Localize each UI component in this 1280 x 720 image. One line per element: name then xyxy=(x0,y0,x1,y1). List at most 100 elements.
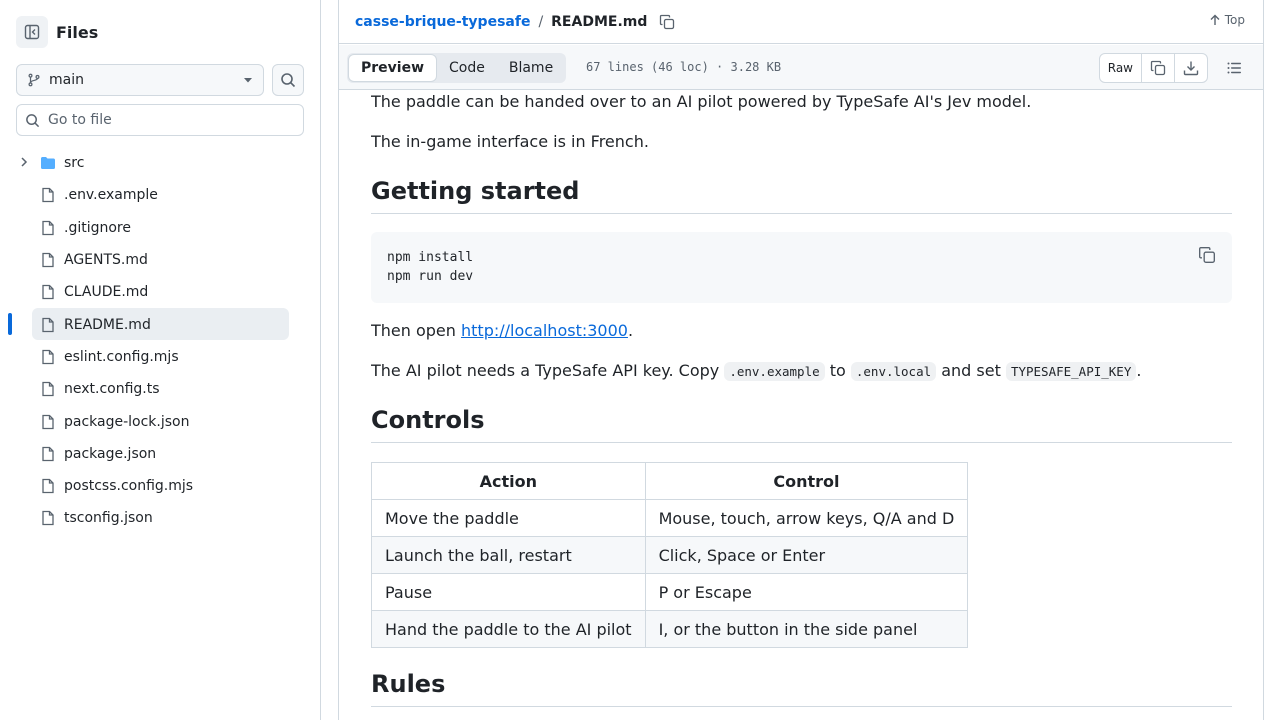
inline-code: .env.local xyxy=(850,362,937,381)
paragraph-api-key: The AI pilot needs a TypeSafe API key. C… xyxy=(371,359,1141,384)
table-header: Control xyxy=(644,462,969,500)
tree-item-label: next.config.ts xyxy=(64,381,160,398)
file-toolbar: Preview Code Blame 67 lines (46 loc) · 3… xyxy=(339,45,1263,90)
tree-file-next-config[interactable]: next.config.ts xyxy=(0,373,320,405)
sidebar-header: Files xyxy=(16,16,98,48)
sidebar-title: Files xyxy=(56,22,99,42)
tree-file-postcss-config[interactable]: postcss.config.mjs xyxy=(0,470,320,502)
tab-preview[interactable]: Preview xyxy=(348,54,438,82)
file-stats: 67 lines (46 loc) · 3.28 KB xyxy=(586,60,782,74)
heading-getting-started: Getting started xyxy=(371,177,1232,214)
sidebar-collapse-icon xyxy=(24,24,40,40)
tree-file-readme-md[interactable]: README.md xyxy=(0,308,320,341)
file-actions: Raw xyxy=(1098,53,1208,83)
table-row: Move the paddle Mouse, touch, arrow keys… xyxy=(371,499,969,537)
tree-file-gitignore[interactable]: .gitignore xyxy=(0,212,320,244)
search-icon xyxy=(26,113,40,127)
heading-controls: Controls xyxy=(371,406,1232,443)
paragraph-ai-pilot: The paddle can be handed over to an AI p… xyxy=(371,92,1032,111)
breadcrumb-file-name: README.md xyxy=(551,13,648,30)
folder-icon xyxy=(41,157,55,170)
table-row: Pause P or Escape xyxy=(371,573,969,611)
collapse-sidebar-button[interactable] xyxy=(16,16,48,48)
tree-item-label: .gitignore xyxy=(64,219,131,236)
list-unordered-icon xyxy=(1227,62,1241,74)
tree-item-label: package-lock.json xyxy=(64,413,190,430)
table-cell: Move the paddle xyxy=(371,499,646,537)
file-icon xyxy=(42,446,54,461)
git-branch-icon xyxy=(28,73,40,87)
file-header: casse-brique-typesafe / README.md Top xyxy=(339,0,1263,44)
tree-folder-src[interactable]: src xyxy=(0,147,320,179)
copy-raw-button[interactable] xyxy=(1141,54,1174,82)
table-row: Launch the ball, restart Click, Space or… xyxy=(371,536,969,574)
tree-item-label: tsconfig.json xyxy=(64,510,153,527)
tree-file-package-json[interactable]: package.json xyxy=(0,438,320,470)
arrow-up-icon xyxy=(1210,14,1220,25)
tree-item-label: AGENTS.md xyxy=(64,252,148,269)
table-cell: Hand the paddle to the AI pilot xyxy=(371,610,646,648)
file-icon xyxy=(42,285,54,300)
file-icon xyxy=(42,382,54,397)
table-header-row: Action Control xyxy=(371,462,969,500)
search-icon xyxy=(281,73,296,88)
table-row: Hand the paddle to the AI pilot I, or th… xyxy=(371,610,969,648)
code-line: npm install xyxy=(387,250,474,265)
tree-file-package-lock[interactable]: package-lock.json xyxy=(0,405,320,437)
outline-button[interactable] xyxy=(1219,53,1249,83)
file-tree: src .env.example .gitignore AGENTS.md CL… xyxy=(0,147,320,535)
localhost-link[interactable]: http://localhost:3000 xyxy=(461,321,628,340)
table-cell: Launch the ball, restart xyxy=(371,536,646,574)
controls-table: Action Control Move the paddle Mouse, to… xyxy=(371,462,969,648)
text: The AI pilot needs a TypeSafe API key. C… xyxy=(371,361,725,380)
text: to xyxy=(824,361,851,380)
tree-file-env-example[interactable]: .env.example xyxy=(0,179,320,211)
text: . xyxy=(1136,361,1142,380)
copy-code-button[interactable] xyxy=(1198,246,1216,270)
branch-name: main xyxy=(49,72,84,88)
table-cell: Pause xyxy=(371,573,646,611)
go-to-file-field[interactable] xyxy=(16,104,304,136)
copy-icon xyxy=(1199,247,1215,263)
table-cell: Mouse, touch, arrow keys, Q/A and D xyxy=(644,499,969,537)
tab-code[interactable]: Code xyxy=(437,54,497,82)
table-header: Action xyxy=(371,462,646,500)
text: Then open xyxy=(371,321,461,340)
copy-icon xyxy=(660,14,675,29)
search-files-button[interactable] xyxy=(272,64,304,96)
tree-file-tsconfig[interactable]: tsconfig.json xyxy=(0,502,320,534)
tree-file-eslint-config[interactable]: eslint.config.mjs xyxy=(0,341,320,373)
paragraph-then-open: Then open http://localhost:3000. xyxy=(371,319,633,343)
tree-item-label: eslint.config.mjs xyxy=(64,348,179,365)
tree-file-claude-md[interactable]: CLAUDE.md xyxy=(0,276,320,308)
file-icon xyxy=(42,188,54,203)
tree-file-agents-md[interactable]: AGENTS.md xyxy=(0,244,320,276)
tree-item-label: CLAUDE.md xyxy=(64,284,149,301)
file-icon xyxy=(42,511,54,526)
top-label: Top xyxy=(1224,13,1245,27)
copy-path-button[interactable] xyxy=(659,14,675,30)
readme-content: The paddle can be handed over to an AI p… xyxy=(371,90,1233,720)
file-icon xyxy=(42,414,54,429)
caret-down-icon xyxy=(244,78,252,83)
view-mode-tabs: Preview Code Blame xyxy=(347,53,567,83)
tree-item-label: package.json xyxy=(64,445,157,462)
breadcrumb-repo-link[interactable]: casse-brique-typesafe xyxy=(355,14,530,30)
download-button[interactable] xyxy=(1174,54,1207,82)
table-cell: Click, Space or Enter xyxy=(644,536,969,574)
tab-blame[interactable]: Blame xyxy=(497,54,565,82)
chevron-right-icon[interactable] xyxy=(18,156,30,168)
file-icon xyxy=(42,317,54,332)
raw-button[interactable]: Raw xyxy=(1100,54,1141,82)
tree-item-label: README.md xyxy=(64,316,151,333)
file-viewer: casse-brique-typesafe / README.md Top Pr… xyxy=(338,0,1264,720)
paragraph-interface-language: The in-game interface is in French. xyxy=(371,132,649,151)
table-cell: P or Escape xyxy=(644,573,969,611)
go-to-file-input[interactable] xyxy=(48,112,288,128)
heading-rules: Rules xyxy=(371,670,1232,707)
inline-code: TYPESAFE_API_KEY xyxy=(1005,362,1137,381)
branch-selector[interactable]: main xyxy=(16,64,264,96)
code-block: npm install npm run dev xyxy=(371,232,1232,303)
scroll-top-button[interactable]: Top xyxy=(1209,13,1245,27)
download-icon xyxy=(1183,61,1199,76)
